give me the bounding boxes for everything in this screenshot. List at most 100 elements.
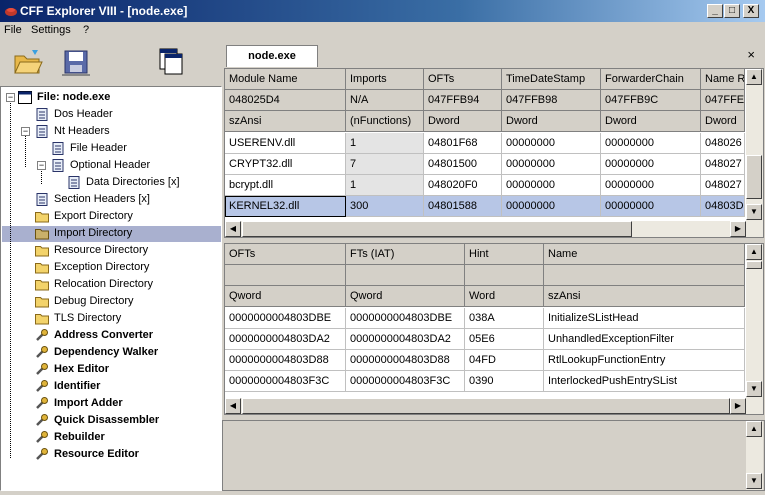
function-name-cell[interactable]: UnhandledExceptionFilter — [544, 329, 745, 350]
menu-file[interactable]: File — [4, 24, 22, 36]
functions-table[interactable]: OFTs FTs (IAT) Hint Name Qword Qword Wor… — [224, 243, 764, 415]
scroll-down-button[interactable]: ▼ — [746, 473, 762, 489]
scroll-thumb[interactable] — [746, 261, 762, 269]
tree-item-dos-header[interactable]: Dos Header — [35, 107, 115, 124]
save-icon[interactable] — [60, 46, 92, 78]
col-ofts[interactable]: OFTs — [424, 69, 502, 90]
timedatestamp-cell[interactable]: 00000000 — [502, 196, 601, 217]
tree-item-address-converter[interactable]: Address Converter — [35, 328, 155, 345]
tree-item-tls-directory[interactable]: TLS Directory — [35, 311, 123, 328]
functions-vscrollbar[interactable]: ▲ ▼ — [746, 244, 763, 398]
menu-help[interactable]: ? — [83, 24, 89, 36]
tree-collapse-nt-headers[interactable]: − — [21, 127, 30, 136]
tree-item-debug-directory[interactable]: Debug Directory — [35, 294, 135, 311]
imports-hscrollbar[interactable]: ◀ ▶ — [225, 221, 763, 237]
ofts-cell[interactable]: 04801588 — [424, 196, 502, 217]
hint-cell[interactable]: 05E6 — [465, 329, 544, 350]
tree-item-resource-editor[interactable]: Resource Editor — [35, 447, 141, 464]
scroll-down-button[interactable]: ▼ — [746, 381, 762, 397]
table-row[interactable]: 0000000004803DA2 0000000004803DA2 05E6 U… — [225, 329, 745, 350]
scroll-right-button[interactable]: ▶ — [730, 221, 746, 237]
tree-item-file-header[interactable]: File Header — [51, 141, 129, 158]
scroll-thumb[interactable] — [242, 221, 632, 237]
menu-settings[interactable]: Settings — [31, 24, 71, 36]
tree-item-nt-headers[interactable]: Nt Headers — [35, 124, 112, 141]
fts-cell[interactable]: 0000000004803F3C — [346, 371, 465, 392]
fts-cell[interactable]: 0000000004803DBE — [346, 308, 465, 329]
tree-item-export-directory[interactable]: Export Directory — [35, 209, 135, 226]
name-rva-cell[interactable]: 048027 — [701, 175, 745, 196]
col-hint[interactable]: Hint — [465, 244, 544, 265]
forwarderchain-cell[interactable]: 00000000 — [601, 154, 701, 175]
module-name-cell[interactable]: USERENV.dll — [225, 133, 346, 154]
tree-item-resource-directory[interactable]: Resource Directory — [35, 243, 150, 260]
table-row[interactable]: USERENV.dll 1 04801F68 00000000 00000000… — [225, 133, 745, 154]
hint-cell[interactable]: 0390 — [465, 371, 544, 392]
forwarderchain-cell[interactable]: 00000000 — [601, 133, 701, 154]
minimize-button[interactable]: _ — [707, 4, 723, 18]
forwarderchain-cell[interactable]: 00000000 — [601, 196, 701, 217]
tree-item-section-headers[interactable]: Section Headers [x] — [35, 192, 152, 209]
name-rva-cell[interactable]: 048026 — [701, 133, 745, 154]
functions-hscrollbar[interactable]: ◀ ▶ — [225, 398, 763, 414]
tab-node-exe[interactable]: node.exe — [226, 45, 318, 67]
scroll-thumb[interactable] — [242, 398, 730, 414]
tree-item-optional-header[interactable]: Optional Header — [51, 158, 152, 175]
close-button[interactable]: X — [743, 4, 759, 18]
imports-vscrollbar[interactable]: ▲ ▼ — [746, 69, 763, 221]
imports-table[interactable]: Module Name Imports OFTs TimeDateStamp F… — [224, 68, 764, 238]
timedatestamp-cell[interactable]: 00000000 — [502, 175, 601, 196]
tree-item-import-adder[interactable]: Import Adder — [35, 396, 125, 413]
hint-cell[interactable]: 038A — [465, 308, 544, 329]
col-timedatestamp[interactable]: TimeDateStamp — [502, 69, 601, 90]
scroll-right-button[interactable]: ▶ — [730, 398, 746, 414]
scroll-thumb[interactable] — [746, 155, 762, 199]
ofts-cell[interactable]: 04801500 — [424, 154, 502, 175]
function-name-cell[interactable]: RtlLookupFunctionEntry — [544, 350, 745, 371]
function-name-cell[interactable]: InitializeSListHead — [544, 308, 745, 329]
scroll-up-button[interactable]: ▲ — [746, 244, 762, 260]
function-name-cell[interactable]: InterlockedPushEntrySList — [544, 371, 745, 392]
imports-count-cell[interactable]: 1 — [346, 133, 424, 154]
tree-item-hex-editor[interactable]: Hex Editor — [35, 362, 111, 379]
ofts-cell[interactable]: 04801F68 — [424, 133, 502, 154]
maximize-button[interactable]: □ — [724, 4, 740, 18]
imports-count-cell[interactable]: 300 — [346, 196, 424, 217]
forwarderchain-cell[interactable]: 00000000 — [601, 175, 701, 196]
scroll-left-button[interactable]: ◀ — [225, 221, 241, 237]
table-row[interactable]: CRYPT32.dll 7 04801500 00000000 00000000… — [225, 154, 745, 175]
module-name-cell[interactable]: bcrypt.dll — [225, 175, 346, 196]
col-fts-iat[interactable]: FTs (IAT) — [346, 244, 465, 265]
ofts-cell[interactable]: 0000000004803D88 — [225, 350, 346, 371]
tree-collapse-root[interactable]: − — [6, 93, 15, 102]
tree-item-dependency-walker[interactable]: Dependency Walker — [35, 345, 160, 362]
tree-item-import-directory[interactable]: Import Directory — [35, 226, 135, 243]
tree-item-file[interactable]: File: node.exe — [18, 90, 112, 107]
scroll-left-button[interactable]: ◀ — [225, 398, 241, 414]
imports-count-cell[interactable]: 7 — [346, 154, 424, 175]
ofts-cell[interactable]: 0000000004803DA2 — [225, 329, 346, 350]
open-folder-icon[interactable] — [12, 46, 44, 78]
ofts-cell[interactable]: 0000000004803F3C — [225, 371, 346, 392]
tree-item-exception-directory[interactable]: Exception Directory — [35, 260, 151, 277]
ofts-cell[interactable]: 048020F0 — [424, 175, 502, 196]
ofts-cell[interactable]: 0000000004803DBE — [225, 308, 346, 329]
hint-cell[interactable]: 04FD — [465, 350, 544, 371]
tree-item-quick-disassembler[interactable]: Quick Disassembler — [35, 413, 161, 430]
scroll-up-button[interactable]: ▲ — [746, 69, 762, 85]
module-name-cell[interactable]: CRYPT32.dll — [225, 154, 346, 175]
details-vscrollbar[interactable]: ▲ ▼ — [746, 421, 763, 490]
module-name-cell[interactable]: KERNEL32.dll — [225, 196, 346, 217]
scroll-up-button[interactable]: ▲ — [746, 421, 762, 437]
tree-item-identifier[interactable]: Identifier — [35, 379, 102, 396]
table-row-selected[interactable]: KERNEL32.dll 300 04801588 00000000 00000… — [225, 196, 745, 217]
tree-item-data-directories[interactable]: Data Directories [x] — [67, 175, 182, 192]
name-rva-cell[interactable]: 048027 — [701, 154, 745, 175]
timedatestamp-cell[interactable]: 00000000 — [502, 154, 601, 175]
name-rva-cell[interactable]: 04803D — [701, 196, 745, 217]
tree-collapse-optional-header[interactable]: − — [37, 161, 46, 170]
tree-item-relocation-directory[interactable]: Relocation Directory — [35, 277, 155, 294]
col-module-name[interactable]: Module Name — [225, 69, 346, 90]
col-forwarderchain[interactable]: ForwarderChain — [601, 69, 701, 90]
tree-item-rebuilder[interactable]: Rebuilder — [35, 430, 107, 447]
